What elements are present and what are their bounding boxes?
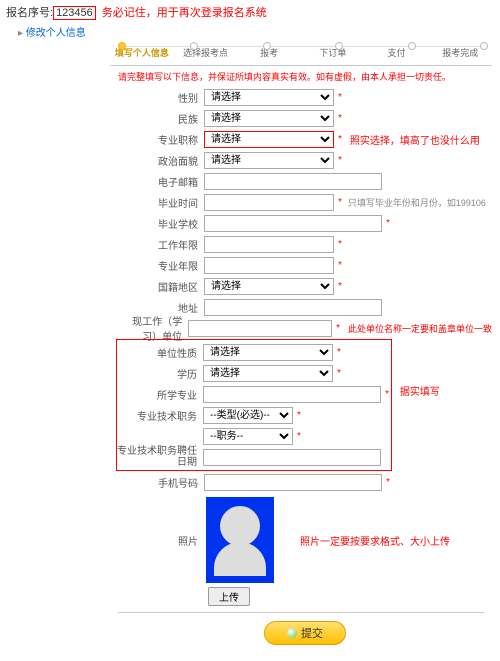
- tech-type-select[interactable]: --类型(必选)--: [203, 407, 293, 424]
- label-edu: 学历: [117, 366, 203, 381]
- label-techdate: 专业技术职务聘任日期: [117, 446, 203, 468]
- label-gradtime: 毕业时间: [118, 195, 204, 210]
- submit-button[interactable]: 提交: [264, 621, 346, 645]
- label-pol: 政治面貌: [118, 153, 204, 168]
- label-nation: 民族: [118, 111, 204, 126]
- label-photo: 照片: [118, 533, 204, 548]
- origin-select[interactable]: 请选择: [204, 278, 334, 295]
- serial-number: 123456: [53, 6, 96, 20]
- unit-input[interactable]: [188, 320, 332, 337]
- hint-gradtime: 只填写毕业年份和月份，如199106: [348, 196, 486, 209]
- form-warning: 请完整填写以下信息，并保证所填内容真实有效。如有虚假，由本人承担一切责任。: [0, 68, 500, 87]
- label-school: 毕业学校: [118, 216, 204, 231]
- truth-group: 单位性质请选择* 学历请选择* 所学专业* 专业技术职务--类型(必选)--* …: [116, 339, 392, 471]
- title-select[interactable]: 请选择: [204, 131, 334, 148]
- note-title: 照实选择，填高了也没什么用: [350, 132, 480, 147]
- utype-select[interactable]: 请选择: [203, 344, 333, 361]
- pro-input[interactable]: [204, 257, 334, 274]
- addr-input[interactable]: [204, 299, 382, 316]
- label-mobile: 手机号码: [118, 475, 204, 490]
- note-group: 据实填写: [400, 383, 440, 398]
- label-utype: 单位性质: [117, 345, 203, 360]
- note-unit: 此处单位名称一定要和盖章单位一致: [348, 322, 492, 335]
- work-input[interactable]: [204, 236, 334, 253]
- top-note: 务必记住，用于再次登录报名系统: [102, 4, 267, 20]
- school-input[interactable]: [204, 215, 382, 232]
- label-tech: 专业技术职务: [117, 408, 203, 423]
- mobile-input[interactable]: [204, 474, 382, 491]
- email-input[interactable]: [204, 173, 382, 190]
- gradtime-input[interactable]: [204, 194, 334, 211]
- label-pro: 专业年限: [118, 258, 204, 273]
- label-sex: 性别: [118, 90, 204, 105]
- step-bar: 填写个人信息 选择报考点 报考 下订单 支付 报考完成: [0, 43, 500, 65]
- nation-select[interactable]: 请选择: [204, 110, 334, 127]
- upload-button[interactable]: 上传: [208, 587, 250, 606]
- sex-select[interactable]: 请选择: [204, 89, 334, 106]
- label-major: 所学专业: [117, 387, 203, 402]
- edu-select[interactable]: 请选择: [203, 365, 333, 382]
- major-input[interactable]: [203, 386, 381, 403]
- label-title: 专业职称: [118, 132, 204, 147]
- pol-select[interactable]: 请选择: [204, 152, 334, 169]
- serial-label: 报名序号:: [6, 7, 53, 19]
- label-email: 电子邮箱: [118, 174, 204, 189]
- label-work: 工作年限: [118, 237, 204, 252]
- note-photo: 照片一定要按要求格式、大小上传: [300, 533, 450, 548]
- tech-post-select[interactable]: --职务--: [203, 428, 293, 445]
- breadcrumb[interactable]: 修改个人信息: [0, 22, 500, 43]
- label-origin: 国籍地区: [118, 279, 204, 294]
- techdate-input[interactable]: [203, 449, 381, 466]
- photo-preview: [206, 497, 274, 583]
